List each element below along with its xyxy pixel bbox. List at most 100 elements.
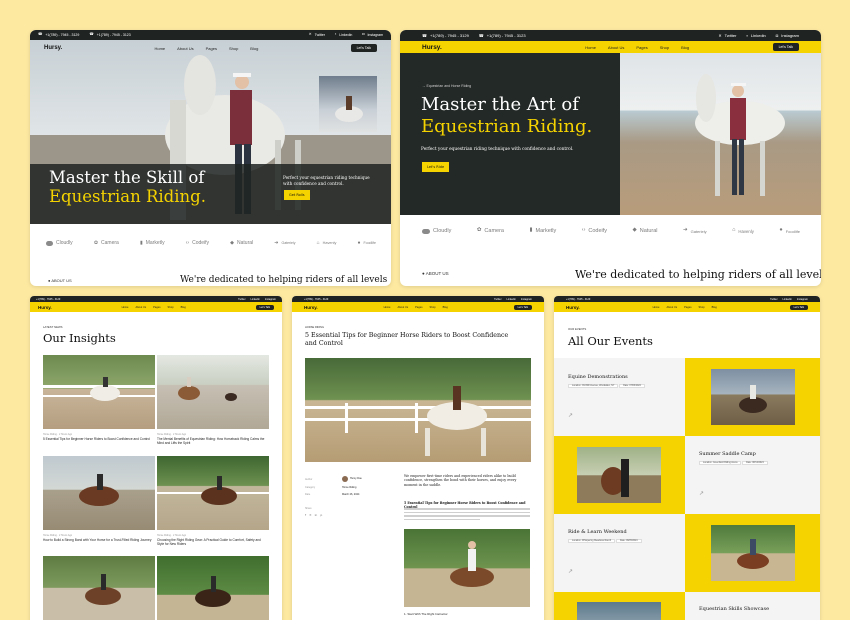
lets-talk-button[interactable]: Let's Talk: [772, 43, 799, 51]
nav-pages[interactable]: Pages: [153, 306, 160, 309]
topbar-phone[interactable]: +1(789) - 7945 - 3129: [566, 298, 590, 301]
post-image-5[interactable]: [43, 556, 155, 620]
twitter-link[interactable]: Twitter: [770, 298, 777, 301]
linkedin-icon: ▪: [335, 32, 337, 37]
topbar-phone[interactable]: ☎ +1(789) - 7945 - 3129: [422, 33, 469, 38]
nav-about[interactable]: About Us: [608, 45, 624, 50]
hero-cta-button[interactable]: Let's Ride: [422, 162, 450, 172]
event-row-2-info[interactable]: [685, 436, 820, 514]
pinterest-icon[interactable]: p: [320, 513, 322, 517]
post-title-1[interactable]: 5 Essential Tips for Beginner Horse Ride…: [43, 437, 153, 441]
lets-talk-button[interactable]: Let's Talk: [350, 44, 377, 52]
topbar-phone[interactable]: ☎ +1(789) - 7945 - 3129: [38, 33, 79, 37]
arrow-icon: ➜: [682, 227, 688, 234]
event-meta-3: Location: Whispering Meadows Ranch Date:…: [568, 539, 642, 543]
x-icon: ✕: [718, 32, 722, 38]
leaf-icon: ◆: [632, 227, 637, 234]
logo[interactable]: Hursy.: [38, 305, 52, 310]
nav-shop[interactable]: Shop: [168, 306, 174, 309]
nav-home[interactable]: Home: [653, 306, 660, 309]
topbar-phone-2[interactable]: ☎ +1(789) - 7945 - 3123: [89, 33, 130, 37]
instagram-link[interactable]: ◘ Instagram: [362, 33, 383, 37]
instagram-link[interactable]: Instagram: [797, 298, 808, 301]
post-image-2[interactable]: [157, 355, 269, 429]
twitter-link[interactable]: ✕ Twitter: [718, 33, 736, 38]
nav-about[interactable]: About Us: [135, 306, 146, 309]
twitter-icon[interactable]: ✕: [309, 513, 312, 517]
house-icon: ⌂: [316, 239, 320, 246]
linkedin-link[interactable]: Linkedin: [783, 298, 792, 301]
event-image-4[interactable]: [577, 602, 661, 620]
facebook-icon[interactable]: f: [305, 513, 306, 517]
post-image-4[interactable]: [157, 456, 269, 530]
nav-about[interactable]: About Us: [666, 306, 677, 309]
nav-pages[interactable]: Pages: [684, 306, 691, 309]
nav-blog[interactable]: Blog: [681, 45, 689, 50]
post-image-3[interactable]: [43, 456, 155, 530]
instagram-link[interactable]: ◘ Instagram: [776, 33, 799, 38]
arrow-up-right-icon[interactable]: ↗: [568, 412, 573, 419]
linkedin-link[interactable]: ▪ Linkedin: [335, 33, 352, 37]
logo[interactable]: Hursy.: [422, 44, 442, 51]
nav-links: Home About Us Pages Shop Blog: [384, 306, 448, 309]
nav-blog[interactable]: Blog: [250, 46, 258, 51]
post-meta-2: Horse Riding · 2 Hours Ago: [157, 433, 187, 436]
event-location-chip: Location: Old Mill Avenue, Woodallen, NY: [568, 384, 619, 388]
linkedin-link[interactable]: Linkedin: [507, 298, 516, 301]
twitter-link[interactable]: Twitter: [238, 298, 245, 301]
post-title-4[interactable]: Choosing the Right Riding Gear: A Practi…: [157, 538, 267, 546]
partner-cloudly: Cloudly: [422, 228, 451, 234]
twitter-link[interactable]: Twitter: [494, 298, 501, 301]
nav-shop[interactable]: Shop: [229, 46, 238, 51]
nav-home[interactable]: Home: [122, 306, 129, 309]
article-body-lines: [404, 508, 530, 520]
nav-pages[interactable]: Pages: [636, 45, 647, 50]
event-row-1-info[interactable]: [554, 358, 685, 436]
lets-talk-button[interactable]: Let's Talk: [789, 304, 808, 310]
nav-shop[interactable]: Shop: [430, 306, 436, 309]
event-image-2[interactable]: [577, 447, 661, 503]
arrow-up-right-icon[interactable]: ↗: [699, 490, 704, 497]
topbar-phone-2[interactable]: ☎ +1(789) - 7945 - 3123: [479, 33, 526, 38]
instagram-link[interactable]: Instagram: [521, 298, 532, 301]
post-image-1[interactable]: [43, 355, 155, 429]
lets-talk-button[interactable]: Let's Talk: [255, 304, 274, 310]
lets-talk-button[interactable]: Let's Talk: [513, 304, 532, 310]
insights-card: +1(789) - 7945 - 3129 Twitter Linkedin I…: [30, 296, 282, 620]
nav-home[interactable]: Home: [154, 46, 165, 51]
arrow-up-right-icon[interactable]: ↗: [568, 568, 573, 575]
nav-shop[interactable]: Shop: [699, 306, 705, 309]
event-row-3-info[interactable]: [554, 514, 685, 592]
nav-about[interactable]: About Us: [397, 306, 408, 309]
post-image-6[interactable]: [157, 556, 269, 620]
event-date-chip: Date: 09/05/2024: [615, 539, 642, 543]
camera-icon: ✿: [93, 239, 99, 246]
nav-about[interactable]: About Us: [177, 46, 193, 51]
post-title-3[interactable]: How to Build a Strong Bond with Your Hor…: [43, 538, 153, 542]
navbar: Hursy. Home About Us Pages Shop Blog Let…: [292, 302, 544, 312]
event-image-3[interactable]: [711, 525, 795, 581]
article-inline-caption: 1. Start With The Right Instructor: [404, 612, 448, 616]
topbar-phone[interactable]: +1(789) - 7945 - 3129: [304, 298, 328, 301]
nav-home[interactable]: Home: [384, 306, 391, 309]
nav-shop[interactable]: Shop: [660, 45, 669, 50]
nav-blog[interactable]: Blog: [443, 306, 448, 309]
nav-blog[interactable]: Blog: [181, 306, 186, 309]
instagram-link[interactable]: Instagram: [265, 298, 276, 301]
linkedin-icon[interactable]: in: [315, 513, 318, 517]
twitter-link[interactable]: ✕ Twitter: [309, 33, 325, 37]
nav-blog[interactable]: Blog: [712, 306, 717, 309]
nav-links: Home About Us Pages Shop Blog: [653, 306, 717, 309]
linkedin-link[interactable]: ▪ Linkedin: [746, 33, 765, 38]
nav-pages[interactable]: Pages: [206, 46, 217, 51]
logo[interactable]: Hursy.: [44, 45, 62, 51]
hero-cta-button[interactable]: Get Rolls: [284, 190, 310, 200]
logo[interactable]: Hursy.: [566, 305, 580, 310]
post-title-2[interactable]: The Mental Benefits of Equestrian Riding…: [157, 437, 267, 445]
linkedin-link[interactable]: Linkedin: [251, 298, 260, 301]
logo[interactable]: Hursy.: [304, 305, 318, 310]
nav-pages[interactable]: Pages: [415, 306, 422, 309]
nav-home[interactable]: Home: [585, 45, 596, 50]
event-image-1[interactable]: [711, 369, 795, 425]
topbar-phone[interactable]: +1(789) - 7945 - 3129: [36, 298, 60, 301]
